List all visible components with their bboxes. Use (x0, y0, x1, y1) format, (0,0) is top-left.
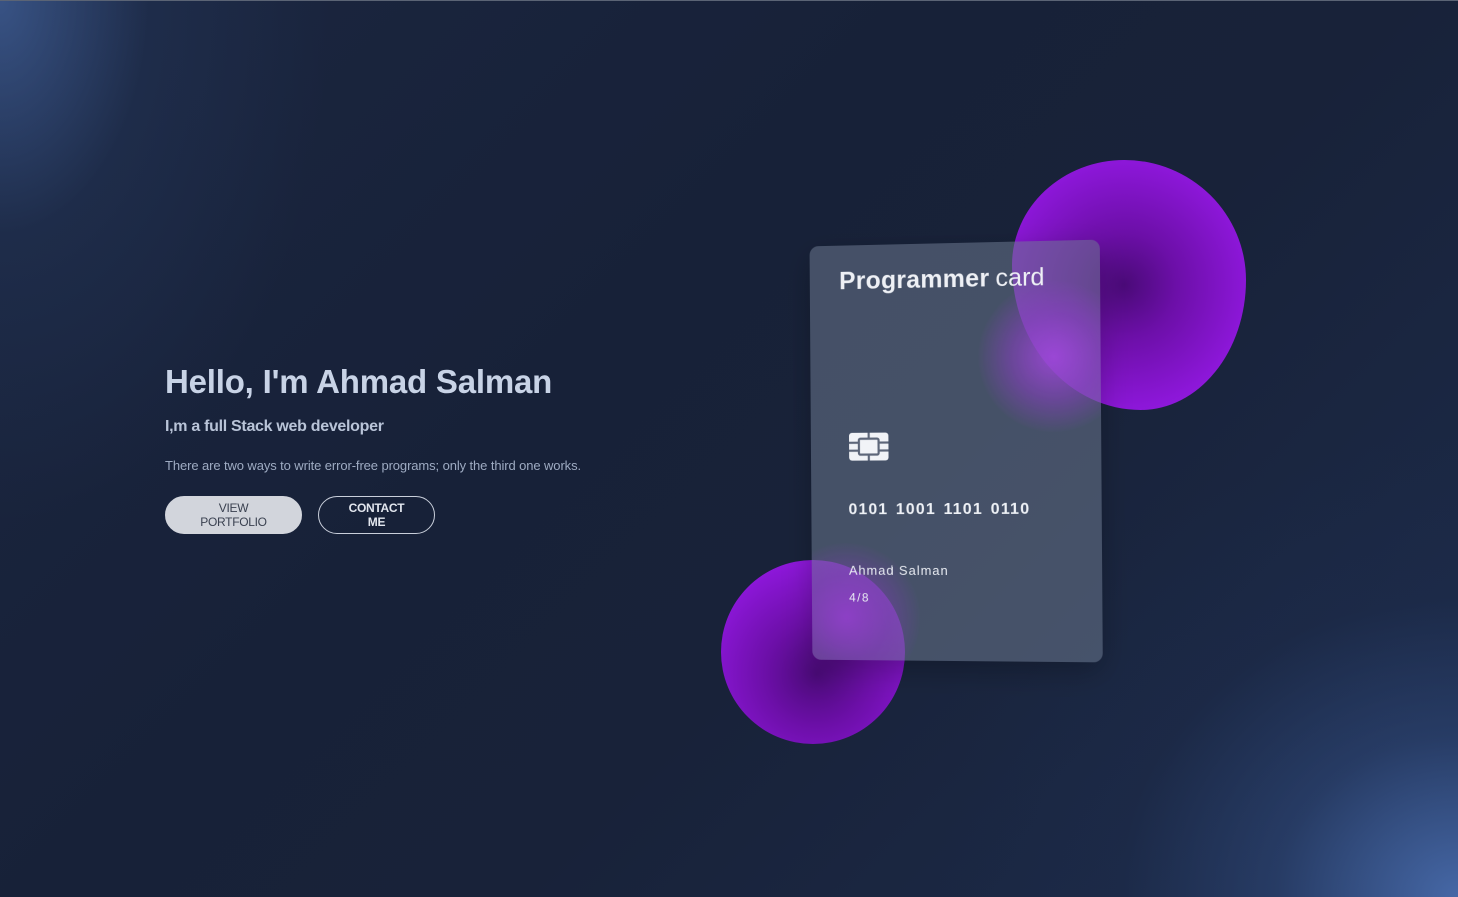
programmer-card: Programmer card 0101 1001 1101 0110 Ahmad… (809, 239, 1103, 663)
card-number: 0101 1001 1101 0110 (848, 500, 1031, 519)
chip-icon (848, 432, 890, 462)
contact-me-button[interactable]: CONTACT ME (318, 496, 435, 534)
card-title-strong: Programmer (839, 264, 990, 296)
top-border (0, 0, 1458, 1)
card-title-light: card (995, 263, 1045, 293)
hero-quote: There are two ways to write error-free p… (165, 458, 581, 473)
card-title: Programmer card (839, 263, 1045, 296)
card-expiry: 4/8 (849, 590, 871, 605)
hero-title: Hello, I'm Ahmad Salman (165, 363, 553, 400)
hero-subtitle: I,m a full Stack web developer (165, 418, 384, 435)
hero-section: Hello, I'm Ahmad Salman I,m a full Stack… (165, 360, 685, 534)
card-glow-top (977, 279, 1103, 433)
hero-buttons: VIEW PORTFOLIO CONTACT ME (165, 496, 685, 534)
view-portfolio-button[interactable]: VIEW PORTFOLIO (165, 496, 302, 534)
card-holder-name: Ahmad Salman (848, 562, 949, 578)
